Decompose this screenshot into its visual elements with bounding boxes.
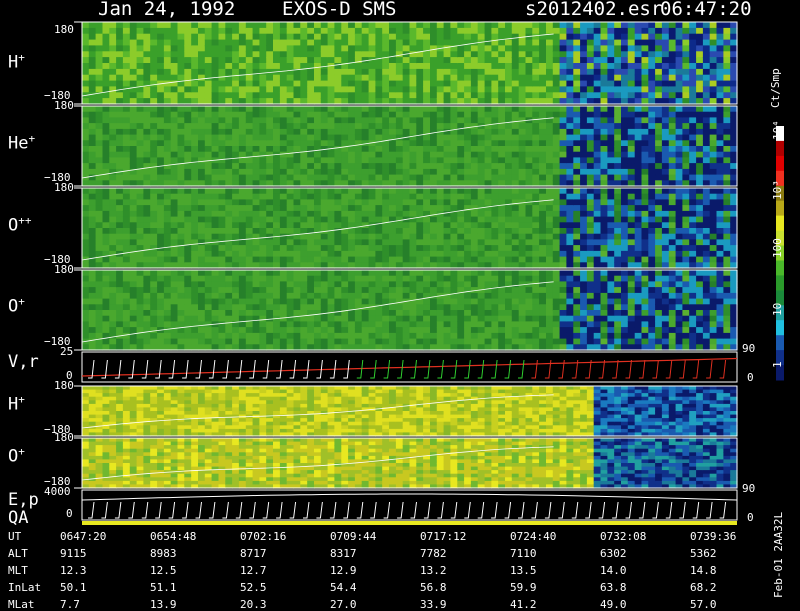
panel-label-ep: E,p (8, 492, 39, 509)
footer-cell: 12.3 (60, 565, 87, 576)
footer-cell: 0739:36 (690, 531, 736, 542)
footer-cell: 33.9 (420, 599, 447, 610)
rtick-vr-max: 90 (742, 343, 755, 354)
footer-cell: 0732:08 (600, 531, 646, 542)
footer-cell: 0654:48 (150, 531, 196, 542)
colorbar-segment-6 (776, 216, 784, 231)
date-label: Jan 24, 1992 (98, 0, 235, 19)
footer-cell: 12.5 (150, 565, 177, 576)
footer-cell: 56.8 (420, 582, 447, 593)
colorbar-tick-1: 1 (772, 361, 783, 368)
footer-cell: 9115 (60, 548, 87, 559)
footer-cell: 0724:40 (510, 531, 556, 542)
footer-cell: 51.1 (150, 582, 177, 593)
colorbar-segment-13 (776, 320, 784, 335)
footer-cell: 50.1 (60, 582, 87, 593)
colorbar-unit: Ct/Smp (770, 68, 781, 108)
instrument-label: EXOS-D SMS (282, 0, 396, 19)
footer-cell: 20.3 (240, 599, 267, 610)
ytick-p1-max: 180 (54, 24, 74, 35)
footer-cell: 52.5 (240, 582, 267, 593)
ytick-p2-max: 180 (54, 100, 74, 111)
colorbar-tick-10: 10 (772, 303, 783, 316)
footer-cell: 7.7 (60, 599, 80, 610)
footer-cell: 57.0 (690, 599, 717, 610)
colorbar-segment-10 (776, 275, 784, 290)
footer-row-label: MLT (8, 565, 28, 576)
spectrogram-plot (0, 0, 800, 600)
footer-cell: 27.0 (330, 599, 357, 610)
ytick-ep-min: 0 (66, 508, 73, 519)
panel-label-vr: V,r (8, 354, 39, 371)
colorbar-segment-1 (776, 141, 784, 156)
rtick-ep-min: 0 (747, 512, 754, 523)
footer-row-label: InLat (8, 582, 41, 593)
rtick-ep-max: 90 (742, 483, 755, 494)
panel-label-h-plus: H+ (8, 52, 25, 72)
ytick-p4-max: 180 (54, 264, 74, 275)
footer-cell: 63.8 (600, 582, 627, 593)
footer-cell: 0717:12 (420, 531, 466, 542)
qa-bar (82, 521, 737, 525)
colorbar-segment-5 (776, 201, 784, 216)
ytick-vr-max: 25 (60, 346, 73, 357)
footer-cell: 59.9 (510, 582, 537, 593)
footer-cell: 49.0 (600, 599, 627, 610)
colorbar-segment-14 (776, 335, 784, 350)
panel-label-o-plus-2: O+ (8, 446, 25, 466)
panel-label-qa: QA (8, 510, 28, 527)
footer-cell: 0709:44 (330, 531, 376, 542)
footer-cell: 13.5 (510, 565, 537, 576)
panel-label-o-plus: O+ (8, 296, 25, 316)
footer-row-label: ALT (8, 548, 28, 559)
footer-row-label: MLat (8, 599, 35, 610)
footer-cell: 13.2 (420, 565, 447, 576)
colorbar-tick-100: 100 (772, 238, 783, 258)
ytick-p3-max: 180 (54, 182, 74, 193)
footer-cell: 12.7 (240, 565, 267, 576)
footer-cell: 13.9 (150, 599, 177, 610)
footer-cell: 0702:16 (240, 531, 286, 542)
time-label: 06:47:20 (660, 0, 752, 19)
footer-cell: 14.0 (600, 565, 627, 576)
footer-cell: 54.4 (330, 582, 357, 593)
colorbar-segment-2 (776, 156, 784, 171)
colorbar-segment-9 (776, 261, 784, 276)
ytick-p6-max: 180 (54, 432, 74, 443)
footer-side-text: Feb-01 2AA32L (773, 512, 784, 598)
panel-label-o-plus-plus: O++ (8, 215, 32, 235)
footer-cell: 7110 (510, 548, 537, 559)
footer-cell: 0647:20 (60, 531, 106, 542)
footer-cell: 12.9 (330, 565, 357, 576)
ytick-p5-max: 180 (54, 380, 74, 391)
footer-cell: 8717 (240, 548, 267, 559)
footer-cell: 7782 (420, 548, 447, 559)
panel-label-h-plus-2: H+ (8, 394, 25, 414)
footer-cell: 14.8 (690, 565, 717, 576)
ytick-ep-max: 4000 (44, 486, 71, 497)
colorbar-tick-1e3: 10³ (772, 180, 783, 200)
footer-cell: 6302 (600, 548, 627, 559)
colorbar-tick-1e4: 10⁴ (772, 120, 783, 140)
footer-cell: 8983 (150, 548, 177, 559)
rtick-vr-min: 0 (747, 372, 754, 383)
file-label: s2012402.esr (525, 0, 662, 19)
footer-cell: 41.2 (510, 599, 537, 610)
footer-row-label: UT (8, 531, 21, 542)
footer-cell: 8317 (330, 548, 357, 559)
panel-label-he-plus: He+ (8, 133, 35, 153)
footer-cell: 68.2 (690, 582, 717, 593)
footer-cell: 5362 (690, 548, 717, 559)
